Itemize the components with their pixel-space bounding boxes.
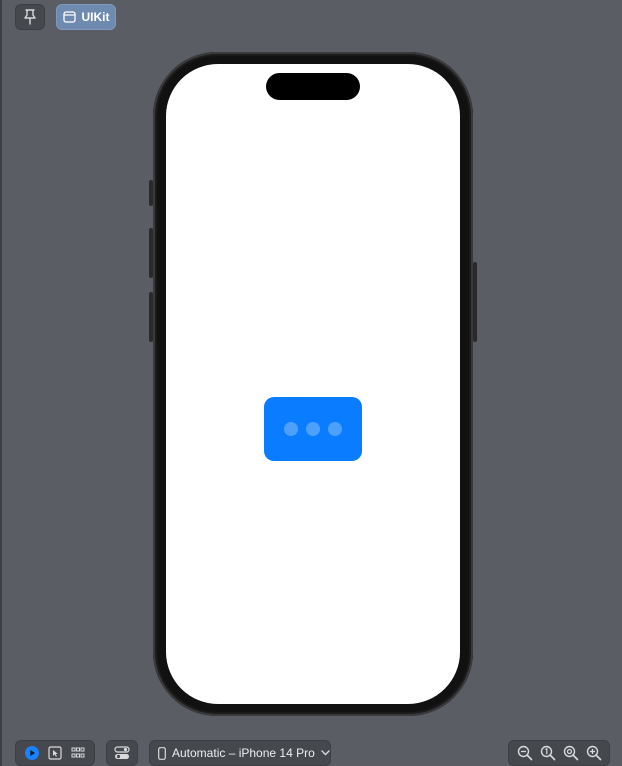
volume-down-button [149,292,153,342]
device-settings-button[interactable] [106,740,138,766]
device-screen[interactable] [166,64,460,704]
volume-up-button [149,228,153,278]
zoom-fit-icon[interactable] [562,744,580,762]
iphone-icon [158,744,166,762]
typing-dot [306,422,320,436]
device-settings-icon [113,744,131,762]
zoom-controls [508,740,610,766]
window-icon [63,10,77,24]
select-mode-icon[interactable] [46,744,64,762]
power-button [473,262,477,342]
typing-dot [284,422,298,436]
zoom-actual-icon[interactable] [539,744,557,762]
uikit-label: UIKit [81,10,110,24]
live-mode-icon[interactable] [23,744,41,762]
action-button [149,180,153,206]
chevron-down-icon [321,744,330,762]
dynamic-island [266,73,360,100]
device-selector[interactable]: Automatic – iPhone 14 Pro [149,740,331,766]
zoom-in-icon[interactable] [585,744,603,762]
pin-button[interactable] [15,4,45,30]
pin-icon [21,8,39,26]
typing-dot [328,422,342,436]
variants-grid-icon[interactable] [69,744,87,762]
zoom-out-icon[interactable] [516,744,534,762]
typing-indicator-bubble [264,397,362,461]
preview-mode-group [15,740,95,766]
device-selector-label: Automatic – iPhone 14 Pro [172,746,315,760]
uikit-button[interactable]: UIKit [56,4,116,30]
left-divider [0,0,2,766]
iphone-frame [149,52,477,716]
